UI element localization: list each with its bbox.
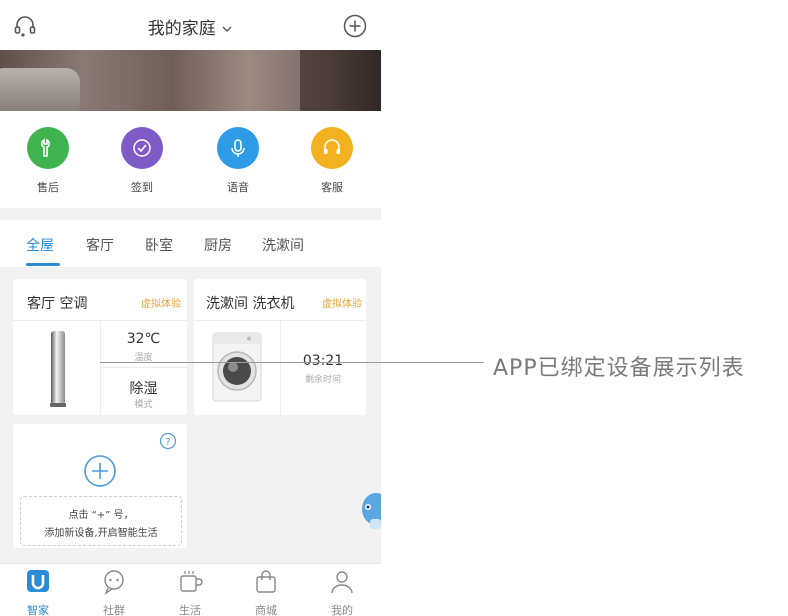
help-icon[interactable]: ? — [159, 432, 177, 450]
virtual-experience-tag[interactable]: 虚拟体验 — [141, 295, 181, 310]
add-hint-line1: 点击 “+” 号， — [68, 510, 134, 521]
quick-action-customer-service[interactable]: 客服 — [292, 127, 372, 195]
device-card-washing-machine[interactable]: 洗漱间 洗衣机 虚拟体验 03:21 剩余时间 — [194, 279, 366, 415]
device-title: 客厅 空调 — [27, 296, 88, 312]
check-circle-icon — [121, 127, 163, 169]
assistant-robot-icon[interactable] — [360, 489, 381, 533]
mode-value: 除湿 — [129, 381, 158, 397]
callout-line — [100, 362, 484, 363]
nav-label: 生活 — [179, 604, 201, 616]
add-circle-icon[interactable] — [342, 13, 368, 39]
user-icon — [331, 571, 353, 594]
nav-mine[interactable]: 我的 — [312, 568, 372, 616]
add-device-hint-box: 点击 “+” 号， 添加新设备,开启智能生活 — [20, 496, 182, 546]
tab-bedroom[interactable]: 卧室 — [145, 235, 173, 255]
add-hint-line2: 添加新设备,开启智能生活 — [44, 528, 158, 539]
nav-smart-home[interactable]: 智家 — [8, 568, 68, 616]
banner-sofa-shape — [0, 68, 80, 111]
wrench-icon — [27, 127, 69, 169]
u-logo-icon — [27, 570, 49, 592]
nav-label: 社群 — [103, 604, 125, 616]
device-list: 客厅 空调 虚拟体验 32℃ 温度 除湿 模式 洗漱间 洗衣机 虚拟体验 03:… — [0, 267, 381, 563]
tab-kitchen[interactable]: 厨房 — [204, 235, 232, 255]
top-bar: 我的家庭 — [0, 0, 381, 50]
page-title: 我的家庭 — [147, 19, 216, 39]
microphone-icon — [217, 127, 259, 169]
temperature-value: 32℃ — [126, 331, 161, 347]
bottom-navigation: 智家 社群 生活 商城 我的 — [0, 563, 381, 616]
tab-whole-house[interactable]: 全屋 — [26, 235, 54, 255]
phone-screen: 我的家庭 售后 签到 语音 客服 全屋 客厅 卧室 厨房 洗漱间 客厅 空调 虚… — [0, 0, 381, 616]
chevron-down-icon — [222, 26, 232, 32]
headset-icon — [311, 127, 353, 169]
tab-living-room[interactable]: 客厅 — [86, 235, 114, 255]
quick-action-label: 售后 — [37, 181, 59, 194]
chat-icon — [104, 570, 124, 595]
nav-community[interactable]: 社群 — [84, 568, 144, 616]
add-device-icon[interactable] — [83, 454, 117, 488]
section-divider — [0, 208, 381, 220]
quick-action-label: 签到 — [131, 181, 153, 194]
tab-bathroom[interactable]: 洗漱间 — [262, 235, 304, 255]
virtual-experience-tag[interactable]: 虚拟体验 — [322, 295, 362, 310]
nav-mall[interactable]: 商城 — [236, 568, 296, 616]
device-card-air-conditioner[interactable]: 客厅 空调 虚拟体验 32℃ 温度 除湿 模式 — [13, 279, 187, 415]
svg-text:?: ? — [165, 437, 170, 448]
add-device-card[interactable]: ? 点击 “+” 号， 添加新设备,开启智能生活 — [13, 424, 187, 548]
quick-action-voice[interactable]: 语音 — [198, 127, 278, 195]
divider — [100, 367, 187, 368]
remaining-time-label: 剩余时间 — [304, 375, 341, 385]
quick-actions: 售后 签到 语音 客服 — [0, 111, 381, 208]
cup-icon — [180, 571, 203, 592]
device-title: 洗漱间 洗衣机 — [206, 296, 295, 312]
banner-image[interactable] — [0, 50, 381, 111]
quick-action-label: 客服 — [321, 181, 343, 194]
nav-label: 商城 — [255, 604, 277, 616]
active-tab-indicator — [26, 263, 60, 266]
room-tabs: 全屋 客厅 卧室 厨房 洗漱间 — [0, 220, 381, 267]
nav-label: 我的 — [331, 604, 353, 616]
washing-machine-image — [212, 332, 262, 402]
callout-label: APP已绑定设备展示列表 — [493, 356, 745, 381]
family-selector[interactable]: 我的家庭 — [0, 14, 381, 39]
nav-life[interactable]: 生活 — [160, 568, 220, 616]
quick-action-label: 语音 — [227, 181, 249, 194]
quick-action-checkin[interactable]: 签到 — [102, 127, 182, 195]
quick-action-after-sales[interactable]: 售后 — [8, 127, 88, 195]
shopping-bag-icon — [256, 570, 276, 593]
mode-label: 模式 — [134, 400, 153, 410]
banner-shade — [300, 50, 381, 111]
nav-label: 智家 — [27, 604, 49, 616]
remaining-time-value: 03:21 — [302, 353, 344, 369]
air-conditioner-image — [50, 331, 66, 407]
